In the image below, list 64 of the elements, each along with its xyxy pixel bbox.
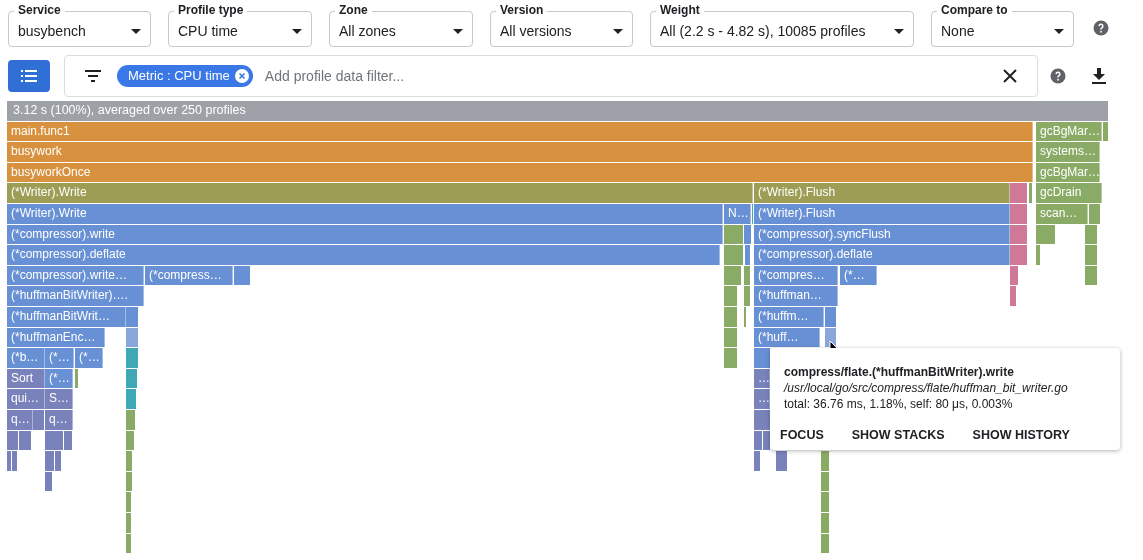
flame-frame[interactable]: gcBgMar… — [1036, 162, 1100, 183]
list-view-button[interactable] — [8, 60, 50, 92]
flame-frame[interactable]: systems… — [1036, 142, 1100, 162]
filter-icon[interactable] — [85, 70, 101, 82]
tooltip-action-button[interactable]: SHOW STACKS — [849, 426, 947, 445]
file-path: /usr/local/go/src/compress/flate/huffman_bit_writer.go — [784, 380, 1069, 396]
tooltip-action-button[interactable]: FOCUS — [778, 426, 826, 445]
field-label: Compare to — [937, 3, 1012, 18]
flame-frame[interactable]: Sort — [7, 368, 45, 389]
flame-frame[interactable]: busywork — [7, 142, 1033, 162]
flame-frame[interactable]: (*huffman… — [754, 286, 838, 306]
flame-frame[interactable]: (*Writer).Write — [7, 204, 723, 224]
download-icon[interactable] — [1092, 68, 1106, 84]
help-icon[interactable] — [1092, 19, 1110, 37]
function-name: compress/flate.(*huffmanBitWriter).write — [784, 364, 1015, 380]
flame-frame[interactable]: (*… — [45, 348, 74, 368]
flame-frame[interactable]: (*compressor).syncFlush — [754, 224, 1010, 245]
flame-frame[interactable]: (*compressor).deflate — [7, 245, 720, 265]
close-icon[interactable] — [1003, 69, 1017, 83]
flame-frame[interactable]: … — [754, 389, 770, 409]
flame-frame[interactable]: S… — [45, 389, 73, 409]
flame-frame[interactable]: (*… — [75, 348, 103, 368]
flame-frame[interactable]: (*… — [45, 368, 73, 389]
help-icon[interactable] — [1049, 67, 1067, 85]
flame-frame[interactable]: q… — [45, 410, 73, 430]
filter-field[interactable]: Metric : CPU time Add profile data filter... — [64, 55, 1038, 97]
flame-frame[interactable]: q… — [7, 410, 33, 430]
remove-icon[interactable] — [233, 68, 250, 84]
flame-frame[interactable]: main.func1 — [7, 121, 1033, 142]
flame-frame[interactable]: N… — [724, 204, 751, 224]
flame-frame[interactable]: (*Writer).Flush — [754, 183, 1010, 203]
flame-frame[interactable]: qui… — [7, 389, 45, 409]
caret-icon — [453, 28, 463, 34]
flame-frame[interactable]: (*huffmanBitWrit… — [7, 307, 126, 327]
caret-icon — [894, 28, 904, 34]
flame-frame[interactable]: (*… — [840, 265, 877, 286]
flame-frame[interactable]: (*compres… — [754, 265, 838, 286]
list-icon — [21, 69, 37, 83]
flame-frame[interactable]: (*Writer).Write — [7, 183, 753, 203]
tooltip-action-button[interactable]: SHOW HISTORY — [970, 426, 1072, 445]
flame-frame[interactable]: (*compressor).write… — [7, 265, 144, 286]
flame-frame[interactable]: (*huffmanBitWriter)…. — [7, 286, 144, 306]
caret-icon — [131, 28, 141, 34]
flame-frame[interactable]: (*huffmanEnc… — [7, 327, 105, 348]
caret-icon — [1054, 28, 1064, 34]
flame-frame[interactable]: gcBgMar… — [1036, 121, 1102, 142]
flame-frame[interactable]: gcDrain — [1036, 183, 1102, 203]
stats-text: total: 36.76 ms, 1.18%, self: 80 μs, 0.003% — [784, 396, 1014, 412]
caret-icon — [292, 28, 302, 34]
flame-graph-header: 3.12 s (100%), averaged over 250 profiles — [7, 101, 1108, 121]
flame-frame[interactable]: (*huff… — [754, 327, 820, 348]
filter-chip[interactable]: Metric : CPU time — [117, 65, 253, 87]
flame-frame[interactable]: (*Writer).Flush — [754, 204, 1010, 224]
field-label: Weight — [656, 3, 704, 18]
flame-frame[interactable]: scan… — [1036, 204, 1088, 224]
flame-frame[interactable]: (*compressor).deflate — [754, 245, 1010, 265]
flame-frame[interactable]: busyworkOnce — [7, 162, 1033, 183]
flame-frame[interactable]: … — [754, 368, 770, 389]
flame-frame[interactable]: (*compressor).write — [7, 224, 723, 245]
flame-frame[interactable]: (*compress… — [145, 265, 233, 286]
flame-frame[interactable]: (*huffm… — [754, 307, 824, 327]
flame-frame[interactable]: (*b… — [7, 348, 45, 368]
field-label: Profile type — [174, 3, 248, 18]
caret-icon — [613, 28, 623, 34]
